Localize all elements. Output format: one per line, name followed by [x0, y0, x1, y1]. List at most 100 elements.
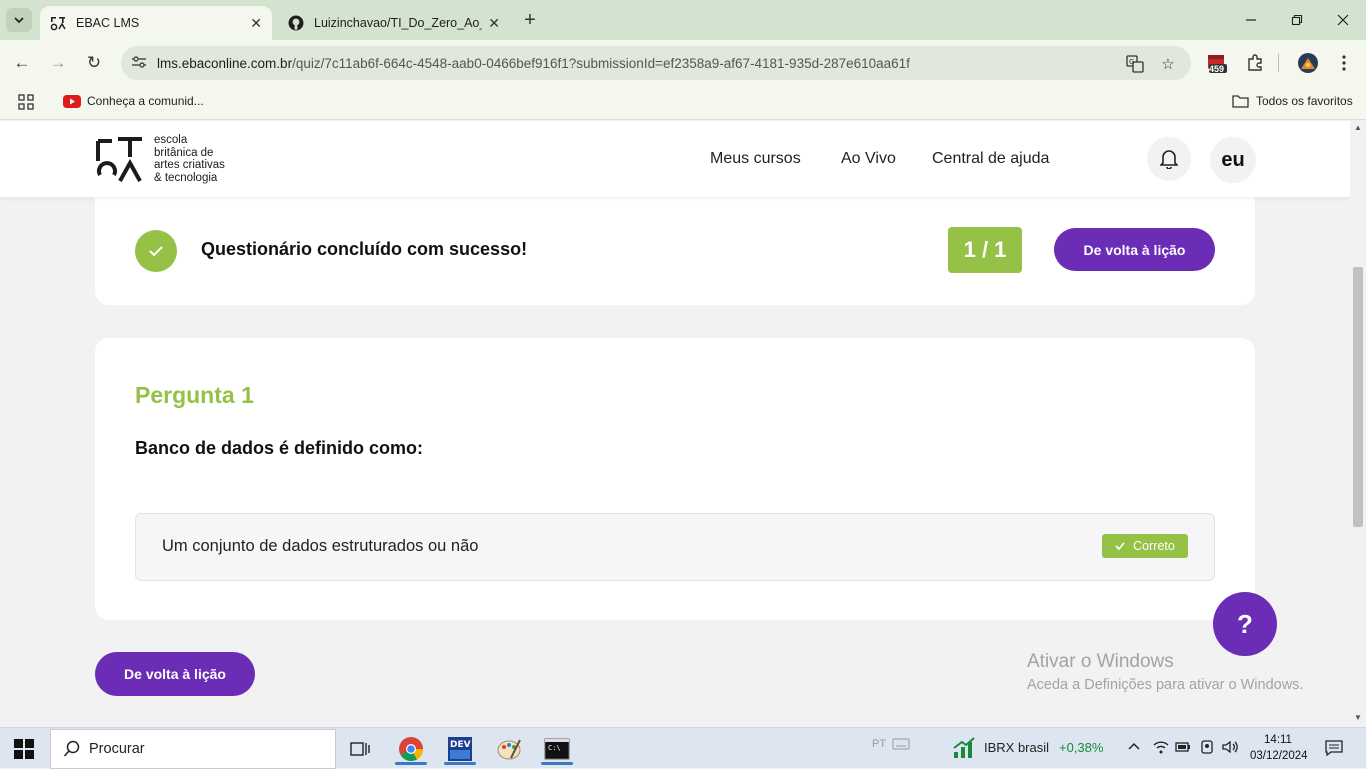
stock-widget[interactable]: [952, 736, 976, 760]
arrow-left-icon: ←: [13, 53, 31, 72]
check-icon: [1115, 542, 1125, 550]
search-placeholder: Procurar: [89, 741, 145, 757]
scrollbar-thumb[interactable]: [1353, 267, 1363, 527]
logo-line: artes criativas: [154, 159, 225, 171]
apps-grid-icon[interactable]: [18, 94, 34, 110]
new-tab-button[interactable]: +: [518, 8, 542, 32]
stock-chart-icon: [953, 737, 975, 758]
nav-ao-vivo[interactable]: Ao Vivo: [841, 150, 896, 168]
toolbar-divider: [1278, 54, 1279, 72]
keyboard-icon[interactable]: [892, 738, 910, 753]
ebac-logo-icon: [50, 15, 66, 31]
close-icon: [1337, 14, 1349, 26]
search-icon: [63, 740, 80, 757]
active-indicator: [444, 762, 476, 765]
devcpp-taskbar-icon[interactable]: DEV: [440, 733, 480, 765]
restore-icon: [1291, 14, 1303, 26]
windows-activation-subtitle: Aceda a Definições para ativar o Windows…: [1027, 677, 1304, 693]
back-button[interactable]: ←: [9, 50, 35, 76]
chrome-taskbar-icon[interactable]: [391, 733, 431, 765]
answer-option: Um conjunto de dados estruturados ou não…: [135, 513, 1215, 581]
tab-github[interactable]: Luizinchavao/TI_Do_Zero_Ao_Pr ✕: [278, 6, 510, 40]
answer-text: Um conjunto de dados estruturados ou não: [162, 537, 479, 555]
bookmark-youtube[interactable]: Conheça a comunid...: [63, 94, 204, 108]
extensions-puzzle-icon[interactable]: [1243, 52, 1267, 74]
active-indicator: [541, 762, 573, 765]
notifications-button[interactable]: [1147, 137, 1191, 181]
site-info-icon[interactable]: [131, 55, 151, 72]
tab-ebac-lms[interactable]: EBAC LMS ✕: [40, 6, 272, 40]
stock-name: IBRX brasil: [984, 740, 1050, 755]
reload-button[interactable]: ↻: [81, 50, 107, 76]
taskbar-search[interactable]: Procurar: [50, 729, 336, 769]
arrow-right-icon: →: [49, 53, 67, 72]
svg-text:DEV: DEV: [450, 740, 471, 750]
task-view-icon[interactable]: [340, 733, 380, 765]
youtube-icon: [63, 94, 81, 108]
chevron-down-icon: [14, 17, 24, 24]
notifications-center-icon[interactable]: [1325, 740, 1343, 759]
profile-avatar-icon[interactable]: [1296, 52, 1320, 74]
back-to-lesson-button[interactable]: De volta à lição: [1054, 228, 1215, 271]
result-title: Questionário concluído com sucesso!: [201, 239, 528, 259]
url-path: /quiz/7c11ab6f-664c-4548-aab0-0466bef916…: [292, 55, 910, 71]
bell-icon: [1160, 150, 1178, 169]
reload-icon: ↻: [86, 53, 102, 72]
minimize-icon: [1246, 19, 1256, 21]
logo-line: britânica de: [154, 146, 214, 159]
close-tab-icon[interactable]: ✕: [488, 15, 500, 32]
browser-tabstrip: EBAC LMS ✕ Luizinchavao/TI_Do_Zero_Ao_Pr…: [0, 0, 1366, 40]
stock-change: +0,38%: [1059, 740, 1104, 755]
volume-icon[interactable]: [1222, 740, 1240, 757]
terminal-taskbar-icon[interactable]: C:\: [537, 733, 577, 765]
taskbar-clock[interactable]: 14:11 03/12/2024: [1250, 732, 1308, 764]
tab-search-button[interactable]: [6, 8, 32, 32]
scroll-up-icon[interactable]: ▲: [1354, 123, 1362, 132]
wifi-icon[interactable]: [1153, 740, 1169, 757]
minimize-button[interactable]: [1236, 8, 1266, 32]
restore-button[interactable]: [1282, 8, 1312, 32]
windows-taskbar: Procurar DEV C:\ PT IBRX brasil +0,38% 1…: [0, 727, 1366, 769]
browser-menu-icon[interactable]: [1332, 52, 1356, 74]
clock-date: 03/12/2024: [1250, 750, 1308, 762]
scroll-down-icon[interactable]: ▼: [1354, 713, 1362, 722]
nav-central-de-ajuda[interactable]: Central de ajuda: [932, 150, 1049, 168]
meet-now-icon[interactable]: [1200, 740, 1214, 757]
clock-time: 14:11: [1264, 734, 1292, 746]
github-icon: [288, 15, 304, 31]
browser-toolbar: ← → ↻ lms.ebaconline.com.br/quiz/7c11ab6…: [0, 40, 1366, 86]
question-number: Pergunta 1: [135, 382, 254, 408]
tab-title: EBAC LMS: [76, 16, 140, 30]
windows-start-icon[interactable]: [14, 739, 34, 759]
language-indicator[interactable]: PT: [872, 738, 886, 750]
correct-badge-label: Correto: [1133, 539, 1175, 553]
page-viewport: Questionário concluído com sucesso! 1 / …: [0, 121, 1350, 727]
question-text: Banco de dados é definido como:: [135, 438, 424, 458]
windows-activation-title: Ativar o Windows: [1027, 651, 1174, 672]
battery-icon[interactable]: [1175, 740, 1191, 757]
forward-button[interactable]: →: [45, 50, 71, 76]
tab-title: Luizinchavao/TI_Do_Zero_Ao_Pr: [314, 16, 483, 30]
svg-text:G: G: [1129, 58, 1134, 66]
paint-taskbar-icon[interactable]: [489, 733, 529, 765]
bookmarks-bar: Conheça a comunid... Todos os favoritos: [0, 86, 1366, 194]
svg-text:C:\: C:\: [548, 744, 561, 752]
close-window-button[interactable]: [1328, 8, 1358, 32]
bookmark-star-icon[interactable]: ☆: [1158, 54, 1178, 74]
back-to-lesson-button-bottom[interactable]: De volta à lição: [95, 652, 255, 696]
address-bar[interactable]: lms.ebaconline.com.br/quiz/7c11ab6f-664c…: [121, 46, 1191, 80]
all-bookmarks-folder[interactable]: Todos os favoritos: [1232, 94, 1353, 108]
bookmark-label: Todos os favoritos: [1256, 94, 1353, 108]
close-tab-icon[interactable]: ✕: [250, 15, 262, 32]
translate-icon[interactable]: G: [1125, 54, 1145, 74]
page-scrollbar[interactable]: ▲ ▼: [1350, 121, 1366, 727]
logo-text: escola britânica de artes criativas & te…: [154, 134, 225, 184]
logo-line: escola: [154, 134, 188, 146]
tray-chevron-up-icon[interactable]: [1127, 739, 1141, 754]
nav-meus-cursos[interactable]: Meus cursos: [710, 150, 801, 168]
ebac-logo-icon[interactable]: [96, 135, 146, 183]
question-card: Pergunta 1 Banco de dados é definido com…: [95, 338, 1255, 620]
extension-calendar-icon[interactable]: 459: [1205, 52, 1229, 74]
help-button[interactable]: ?: [1213, 592, 1277, 656]
user-avatar[interactable]: eu: [1210, 137, 1256, 183]
